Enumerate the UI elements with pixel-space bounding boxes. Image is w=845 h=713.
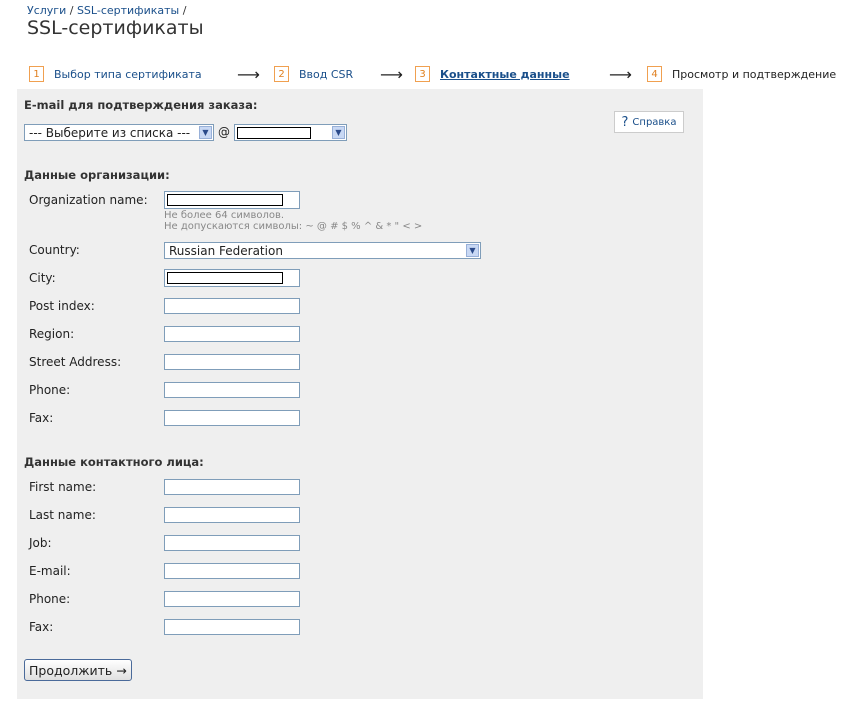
chevron-down-icon: ▼ — [466, 244, 479, 257]
continue-button[interactable]: Продолжить → — [24, 659, 132, 681]
contact-phone-input[interactable] — [164, 591, 300, 607]
step-label: Ввод CSR — [299, 67, 354, 81]
step-3[interactable]: 3 Контактные данные — [415, 66, 570, 82]
street-address-label: Street Address: — [29, 355, 122, 369]
org-fax-input[interactable] — [164, 410, 300, 426]
email-section-title: E-mail для подтверждения заказа: — [24, 98, 258, 112]
org-name-hint-length: Не более 64 символов. — [164, 210, 285, 221]
job-row: Job: — [29, 533, 300, 553]
country-row: Country: — [29, 240, 164, 260]
last-name-label: Last name: — [29, 508, 96, 522]
email-user-select[interactable]: --- Выберите из списка --- ▼ — [24, 124, 214, 141]
chevron-down-icon: ▼ — [199, 126, 212, 139]
org-name-hint-chars: Не допускаются символы: ~ @ # $ % ^ & * … — [164, 221, 423, 232]
org-fax-label: Fax: — [29, 411, 54, 425]
step-number: 1 — [29, 66, 44, 82]
arrow-icon: ⟶ — [237, 65, 260, 84]
org-section-title: Данные организации: — [24, 168, 170, 182]
breadcrumb-link-ssl[interactable]: SSL-сертификаты — [77, 4, 179, 17]
step-1[interactable]: 1 Выбор типа сертификата — [29, 66, 202, 82]
question-icon: ? — [621, 114, 629, 130]
step-number: 2 — [274, 66, 289, 82]
org-phone-label: Phone: — [29, 383, 71, 397]
org-fax-row: Fax: — [29, 408, 300, 428]
country-label: Country: — [29, 243, 80, 257]
region-label: Region: — [29, 327, 75, 341]
last-name-row: Last name: — [29, 505, 300, 525]
email-domain-value-box — [237, 126, 311, 139]
step-label: Контактные данные — [440, 67, 570, 81]
step-4[interactable]: 4 Просмотр и подтверждение — [647, 66, 836, 82]
breadcrumb-separator: / — [182, 4, 187, 17]
country-select-value: Russian Federation — [169, 243, 283, 258]
contact-email-row: E-mail: — [29, 561, 300, 581]
contact-fax-row: Fax: — [29, 617, 300, 637]
org-phone-row: Phone: — [29, 380, 300, 400]
step-label: Просмотр и подтверждение — [672, 67, 837, 81]
contact-form-panel: E-mail для подтверждения заказа: --- Выб… — [17, 89, 703, 699]
contact-fax-input[interactable] — [164, 619, 300, 635]
first-name-input[interactable] — [164, 479, 300, 495]
first-name-row: First name: — [29, 477, 300, 497]
breadcrumb-separator: / — [69, 4, 74, 17]
first-name-label: First name: — [29, 480, 97, 494]
chevron-down-icon: ▼ — [332, 126, 345, 139]
job-label: Job: — [29, 536, 52, 550]
org-name-label: Organization name: — [29, 193, 148, 207]
city-input[interactable] — [164, 269, 300, 287]
org-name-row: Organization name: — [29, 190, 300, 210]
post-index-row: Post index: — [29, 296, 300, 316]
breadcrumb-link-services[interactable]: Услуги — [27, 4, 66, 17]
city-label: City: — [29, 271, 56, 285]
post-index-label: Post index: — [29, 299, 95, 313]
step-number: 4 — [647, 66, 662, 82]
region-input[interactable] — [164, 326, 300, 342]
contact-fax-label: Fax: — [29, 620, 54, 634]
job-input[interactable] — [164, 535, 300, 551]
help-label: Справка — [632, 116, 677, 128]
org-phone-input[interactable] — [164, 382, 300, 398]
street-address-input[interactable] — [164, 354, 300, 370]
contact-phone-label: Phone: — [29, 592, 71, 606]
city-row: City: — [29, 268, 300, 288]
page-title: SSL-сертификаты — [27, 17, 204, 39]
contact-phone-row: Phone: — [29, 589, 300, 609]
post-index-input[interactable] — [164, 298, 300, 314]
contact-email-input[interactable] — [164, 563, 300, 579]
region-row: Region: — [29, 324, 300, 344]
wizard-steps: 1 Выбор типа сертификата ⟶ 2 Ввод CSR ⟶ … — [29, 65, 845, 84]
contact-section-title: Данные контактного лица: — [24, 455, 204, 469]
last-name-input[interactable] — [164, 507, 300, 523]
org-name-input[interactable] — [164, 191, 300, 209]
step-label: Выбор типа сертификата — [54, 67, 202, 81]
email-user-select-value: --- Выберите из списка --- — [29, 125, 191, 140]
arrow-icon: ⟶ — [609, 65, 632, 84]
street-address-row: Street Address: — [29, 352, 300, 372]
step-2[interactable]: 2 Ввод CSR — [274, 66, 353, 82]
step-number: 3 — [415, 66, 430, 82]
breadcrumb: Услуги / SSL-сертификаты / — [27, 4, 186, 17]
help-button[interactable]: ? Справка — [614, 111, 684, 133]
email-domain-select[interactable]: ▼ — [234, 124, 347, 141]
arrow-icon: ⟶ — [380, 65, 403, 84]
at-sign: @ — [218, 125, 230, 139]
country-select[interactable]: Russian Federation ▼ — [164, 242, 481, 259]
contact-email-label: E-mail: — [29, 564, 71, 578]
